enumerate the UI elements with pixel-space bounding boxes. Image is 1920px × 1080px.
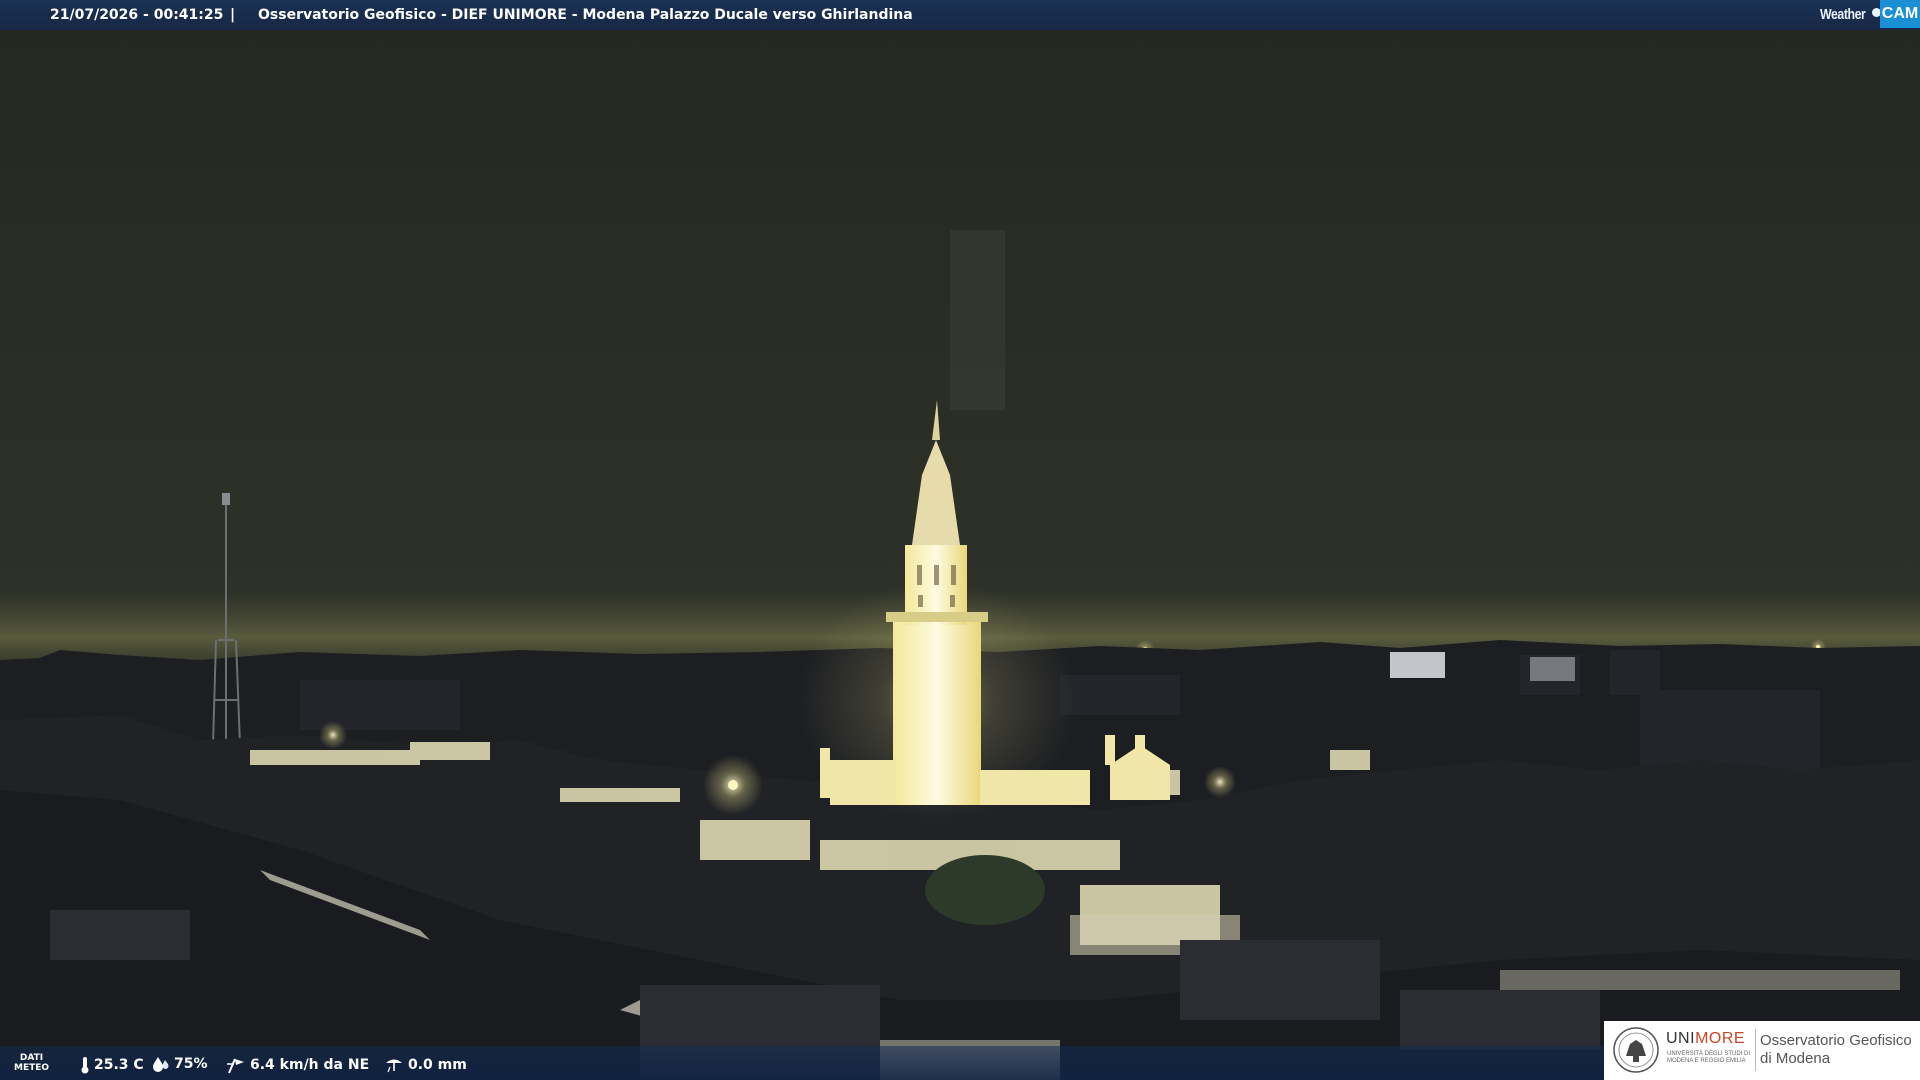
thermometer-icon [81, 1057, 89, 1074]
meteo-label: METEO [14, 1063, 50, 1073]
weathercam-logo-cam: CAM [1880, 0, 1920, 28]
unimore-subtitle: UNIVERSITÀ DEGLI STUDI DI MODENA E REGGI… [1667, 1051, 1751, 1064]
weathercam-logo-weather: Weather [1820, 6, 1866, 23]
humidity-value: 75% [174, 1056, 208, 1072]
dati-meteo-label: DATI METEO [14, 1053, 49, 1073]
unimore-name-more: MORE [1695, 1030, 1746, 1047]
rain-value: 0.0 mm [408, 1057, 467, 1073]
observatory-name-line1: Osservatorio Geofisico [1760, 1032, 1912, 1049]
dati-label: DATI [19, 1053, 44, 1063]
weathercam-logo: Weather CAM [1810, 0, 1920, 30]
humidity-reading: 75% [152, 1056, 208, 1072]
webcam-view: 21/07/2026 - 00:41:25 | Osservatorio Geo… [0, 0, 1920, 1080]
unimore-seal-icon [1613, 1027, 1659, 1073]
timestamp: 21/07/2026 - 00:41:25 [50, 7, 224, 23]
unimore-divider [1755, 1029, 1756, 1071]
camera-title: Osservatorio Geofisico - DIEF UNIMORE - … [258, 7, 913, 23]
wind-vane-icon [227, 1058, 244, 1074]
observatory-name: Osservatorio Geofisico di Modena [1760, 1032, 1912, 1068]
weather-data-bar: DATI METEO 25.3 C 75% 6.4 km/h da NE 0.0… [0, 1046, 1604, 1080]
wind-reading: 6.4 km/h da NE [226, 1056, 369, 1074]
unimore-name: UNIMORE [1666, 1030, 1745, 1048]
rain-reading: 0.0 mm [384, 1056, 467, 1074]
rain-gauge-icon [386, 1059, 402, 1073]
header-bar: 21/07/2026 - 00:41:25 | Osservatorio Geo… [0, 0, 1920, 30]
temperature-value: 25.3 C [94, 1057, 144, 1073]
observatory-name-line2: di Modena [1760, 1050, 1831, 1067]
wind-value: 6.4 km/h da NE [250, 1057, 370, 1073]
unimore-partner-logo: UNIMORE UNIVERSITÀ DEGLI STUDI DI MODENA… [1604, 1021, 1920, 1080]
header-separator: | [230, 7, 236, 23]
night-city-scene [0, 0, 1920, 1080]
humidity-drop-icon [153, 1057, 169, 1072]
temperature-reading: 25.3 C [80, 1056, 144, 1074]
unimore-name-uni: UNI [1666, 1030, 1696, 1047]
